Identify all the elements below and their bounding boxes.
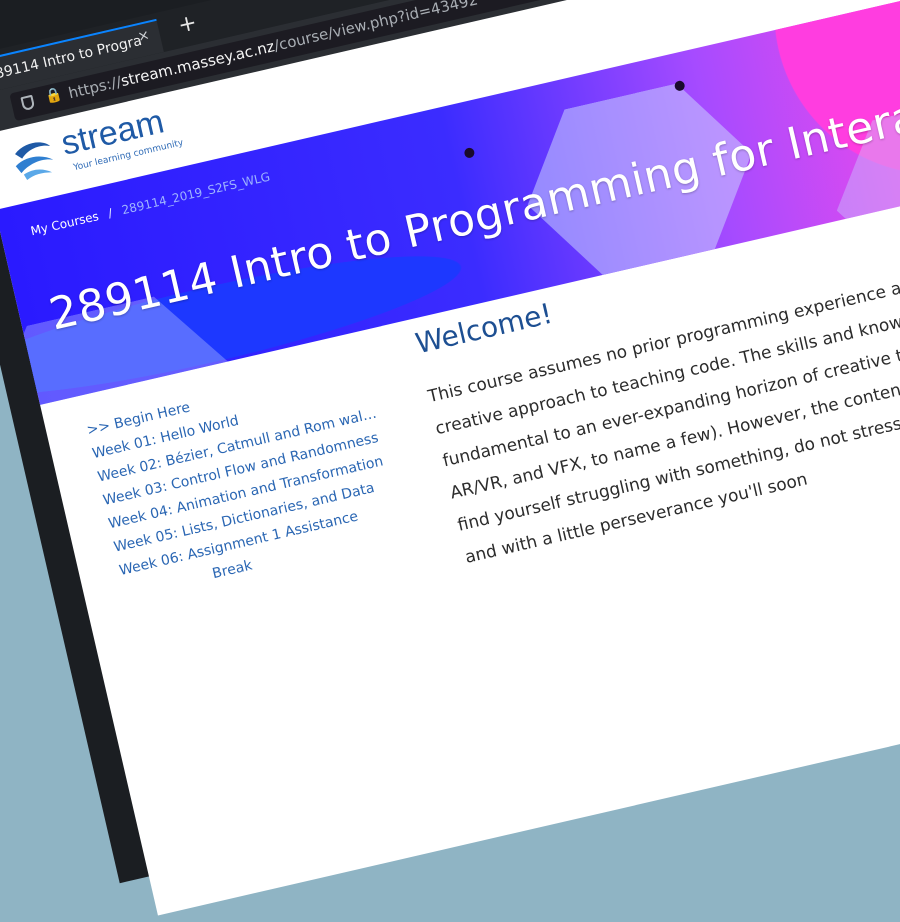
- banner-dot: [463, 146, 476, 159]
- breadcrumb-current[interactable]: 289114_2019_S2FS_WLG: [120, 170, 271, 218]
- breadcrumb-my-courses[interactable]: My Courses: [29, 209, 100, 238]
- shield-icon[interactable]: [20, 94, 36, 112]
- browser-window: 289114 Intro to Progra × + → 🔒 https://s…: [0, 0, 900, 916]
- stream-logo-icon: [15, 142, 54, 181]
- breadcrumb-separator: /: [106, 205, 114, 221]
- page-content: stream Your learning community My Course…: [0, 0, 900, 916]
- course-index: >> Begin Here Week 01: Hello World Week …: [84, 354, 410, 606]
- lock-icon[interactable]: 🔒: [43, 86, 64, 106]
- new-tab-button[interactable]: +: [176, 10, 200, 39]
